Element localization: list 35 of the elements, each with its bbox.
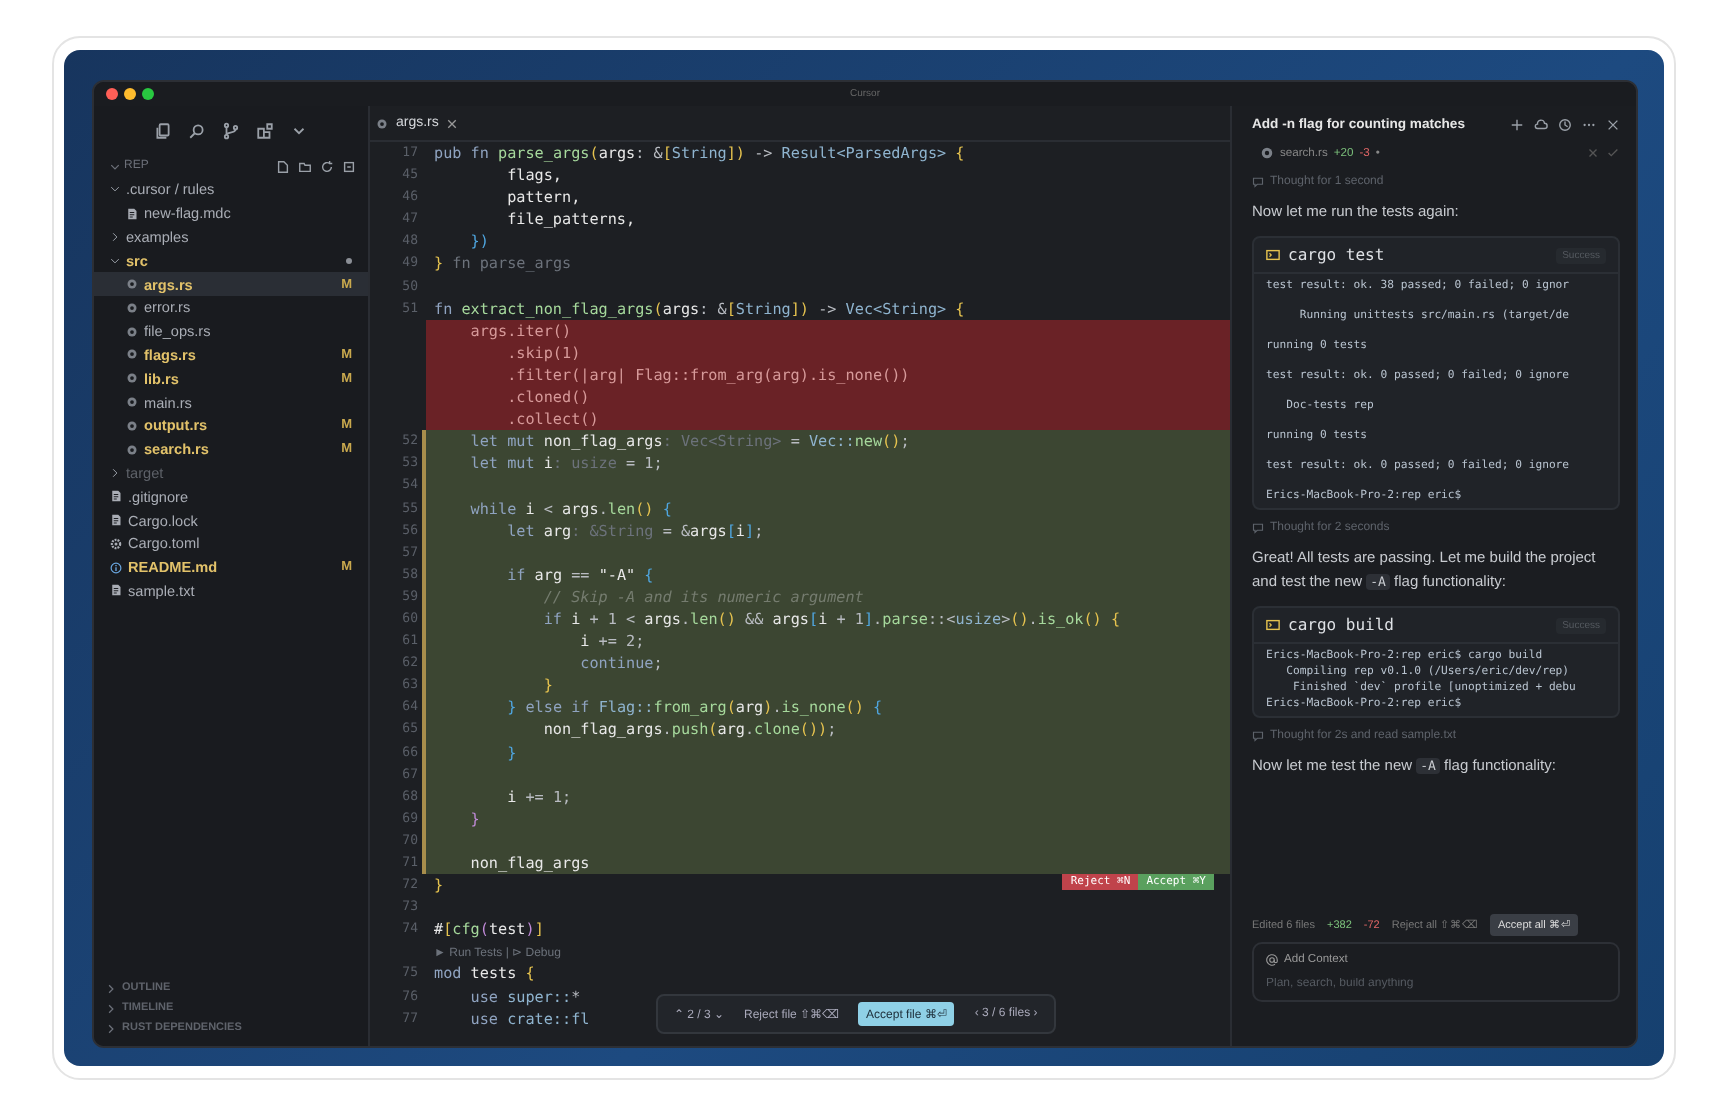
- rust-file-icon: [1260, 146, 1274, 160]
- info-icon: [110, 561, 122, 574]
- check-icon[interactable]: [1606, 146, 1620, 160]
- files-icon[interactable]: [154, 121, 172, 139]
- new-folder-icon[interactable]: [298, 159, 312, 173]
- close-button[interactable]: [106, 88, 118, 100]
- terminal-command: cargo build: [1288, 616, 1396, 634]
- zoom-button[interactable]: [142, 88, 154, 100]
- thought-bubble-icon: [1252, 176, 1264, 188]
- gear-icon: [110, 537, 122, 550]
- file-icon: [110, 584, 122, 597]
- modified-dot: [346, 257, 352, 264]
- file-icon: [110, 514, 122, 527]
- search-icon[interactable]: [188, 121, 206, 139]
- rust-file-icon: [376, 117, 388, 129]
- extensions-icon[interactable]: [256, 121, 274, 139]
- close-icon[interactable]: [1606, 117, 1620, 131]
- at-sign-icon: [1266, 954, 1278, 966]
- minimize-button[interactable]: [124, 88, 136, 100]
- chevron-down-icon[interactable]: [110, 161, 120, 171]
- refresh-icon[interactable]: [320, 159, 334, 173]
- branch-icon[interactable]: [222, 121, 240, 139]
- file-icon: [110, 490, 122, 503]
- cloud-icon[interactable]: [1534, 117, 1548, 131]
- history-icon[interactable]: [1558, 117, 1572, 131]
- file-icon: [126, 207, 138, 220]
- thought-bubble-icon: [1252, 730, 1264, 742]
- new-file-icon[interactable]: [276, 159, 290, 173]
- collapse-icon[interactable]: [342, 159, 356, 173]
- plus-icon[interactable]: [1510, 117, 1524, 131]
- terminal-icon: [1266, 618, 1280, 632]
- thought-bubble-icon: [1252, 522, 1264, 534]
- terminal-icon: [1266, 248, 1280, 262]
- close-icon[interactable]: [446, 117, 459, 129]
- terminal-command: cargo test: [1288, 246, 1387, 264]
